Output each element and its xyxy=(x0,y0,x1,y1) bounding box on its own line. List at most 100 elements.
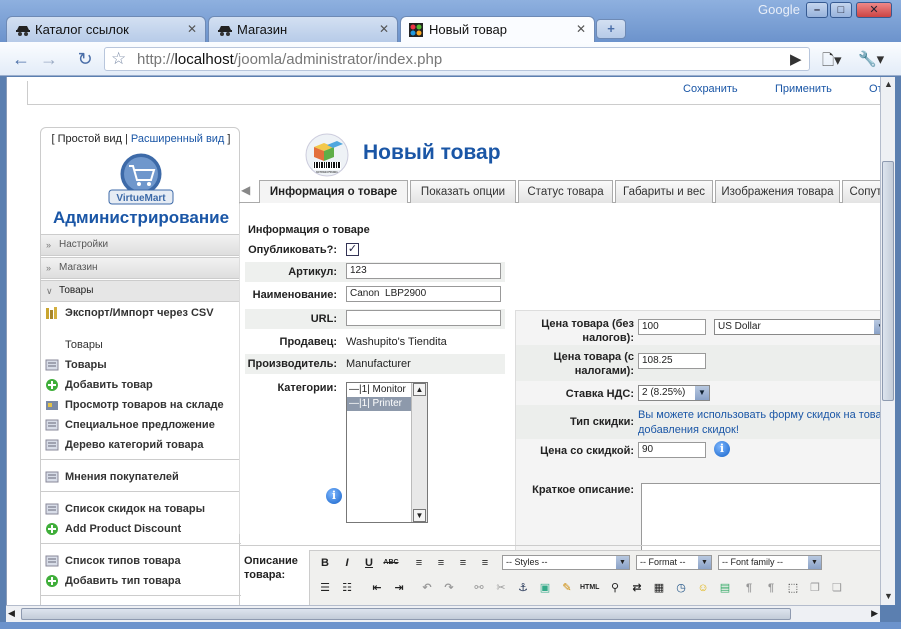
scroll-right-icon[interactable]: ▶ xyxy=(871,608,878,619)
close-icon[interactable]: ✕ xyxy=(379,22,389,36)
move-backward-icon[interactable]: ❏ xyxy=(828,579,846,597)
ltr-icon[interactable]: ¶ xyxy=(740,579,758,597)
scroll-up-icon[interactable]: ▲ xyxy=(413,383,426,396)
sidebar-item-category-tree[interactable]: Дерево категорий товара xyxy=(45,436,203,454)
rtl-icon[interactable]: ¶ xyxy=(762,579,780,597)
currency-select[interactable]: US Dollar▼ xyxy=(714,319,880,335)
sidebar-item-product-types[interactable]: Список типов товара xyxy=(45,552,181,570)
indent-icon[interactable]: ⇥ xyxy=(390,579,408,597)
sidebar-item-add-product-type[interactable]: Добавить тип товара xyxy=(45,572,181,590)
horizontal-scrollbar[interactable]: ◀ ▶ xyxy=(6,605,880,622)
gross-price-input[interactable]: 108.25 xyxy=(638,353,706,369)
italic-button[interactable]: I xyxy=(338,554,356,572)
scroll-up-icon[interactable]: ▲ xyxy=(883,79,894,91)
sidebar-item-inventory[interactable]: Просмотр товаров на складе xyxy=(45,396,224,414)
info-icon[interactable]: i xyxy=(714,441,730,457)
sidebar-item-export[interactable]: Экспорт/Импорт через CSV xyxy=(45,304,214,322)
tab-dimensions[interactable]: Габариты и вес xyxy=(615,180,713,203)
sku-input[interactable]: 123 xyxy=(346,263,501,279)
info-icon[interactable]: i xyxy=(326,488,342,504)
browser-tab-links[interactable]: Каталог ссылок ✕ xyxy=(6,16,206,42)
find-icon[interactable]: ⚲ xyxy=(606,579,624,597)
insert-date-icon[interactable]: ▦ xyxy=(650,579,668,597)
close-window-button[interactable]: ✕ xyxy=(856,2,892,18)
media-icon[interactable]: ▤ xyxy=(716,579,734,597)
address-url[interactable]: http://localhost/joomla/administrator/in… xyxy=(137,51,442,68)
bullet-list-icon[interactable]: ☰ xyxy=(316,579,334,597)
image-icon[interactable]: ▣ xyxy=(536,579,554,597)
undo-icon[interactable]: ↶ xyxy=(418,579,436,597)
font-family-select[interactable]: -- Font family -- ▼ xyxy=(718,555,822,570)
scroll-left-icon[interactable]: ◀ xyxy=(8,608,15,619)
simple-view-link[interactable]: Простой вид xyxy=(58,133,122,145)
minimize-button[interactable]: – xyxy=(806,2,828,18)
maximize-button[interactable]: □ xyxy=(830,2,852,18)
star-icon[interactable]: ☆ xyxy=(111,49,126,69)
sidebar-item-reviews[interactable]: Мнения покупателей xyxy=(45,468,179,486)
listbox-scrollbar[interactable]: ▲ ▼ xyxy=(411,383,427,522)
cleanup-icon[interactable]: ✎ xyxy=(558,579,576,597)
underline-button[interactable]: U xyxy=(360,554,378,572)
page-menu-icon[interactable]: 🗋▾ xyxy=(822,50,842,75)
close-icon[interactable]: ✕ xyxy=(187,22,197,36)
go-arrow-icon[interactable]: ▶ xyxy=(790,50,802,68)
sidebar-section-shop[interactable]: » Магазин xyxy=(41,257,241,279)
numbered-list-icon[interactable]: ☷ xyxy=(338,579,356,597)
unlink-icon[interactable]: ✂ xyxy=(492,579,510,597)
save-button[interactable]: Сохранить xyxy=(683,83,738,95)
outdent-icon[interactable]: ⇤ xyxy=(368,579,386,597)
vertical-scrollbar[interactable]: ▲ ▼ xyxy=(880,77,895,605)
layer-icon[interactable]: ⬚ xyxy=(784,579,802,597)
scroll-down-icon[interactable]: ▼ xyxy=(883,591,894,603)
scroll-thumb[interactable] xyxy=(21,608,791,620)
move-forward-icon[interactable]: ❐ xyxy=(806,579,824,597)
reload-icon[interactable]: ↻ xyxy=(74,49,96,69)
link-icon[interactable]: ⚯ xyxy=(470,579,488,597)
tab-status[interactable]: Статус товара xyxy=(518,180,613,203)
anchor-icon[interactable]: ⚓ xyxy=(514,579,532,597)
sidebar-section-settings[interactable]: » Настройки xyxy=(41,234,241,256)
format-select[interactable]: -- Format -- ▼ xyxy=(636,555,712,570)
apply-button[interactable]: Применить xyxy=(775,83,832,95)
forward-arrow-icon[interactable]: → xyxy=(38,49,60,69)
align-justify-icon[interactable]: ≡ xyxy=(476,554,494,572)
redo-icon[interactable]: ↷ xyxy=(440,579,458,597)
tab-scroll-left-icon[interactable]: ◀ xyxy=(241,183,250,197)
sidebar-item-discounts[interactable]: Список скидок на товары xyxy=(45,500,205,518)
net-price-input[interactable]: 100 xyxy=(638,319,706,335)
insert-time-icon[interactable]: ◷ xyxy=(672,579,690,597)
bold-button[interactable]: B xyxy=(316,554,334,572)
address-bar[interactable]: ☆ http://localhost/joomla/administrator/… xyxy=(104,47,810,71)
close-icon[interactable]: ✕ xyxy=(576,22,586,36)
emoticon-icon[interactable]: ☺ xyxy=(694,579,712,597)
categories-listbox[interactable]: —|1| Monitor —|1| Printer ▲ ▼ xyxy=(346,382,428,523)
discounted-price-input[interactable]: 90 xyxy=(638,442,706,458)
styles-select[interactable]: -- Styles -- ▼ xyxy=(502,555,630,570)
cancel-button[interactable]: От xyxy=(869,83,880,95)
vat-select[interactable]: 2 (8.25%) ▼ xyxy=(638,385,710,401)
sidebar-item-products[interactable]: Товары xyxy=(45,356,107,374)
tab-related[interactable]: Сопут xyxy=(842,180,880,203)
tab-options[interactable]: Показать опции xyxy=(410,180,516,203)
new-tab-button[interactable]: + xyxy=(596,19,626,39)
html-button[interactable]: HTML xyxy=(580,579,599,597)
align-left-icon[interactable]: ≡ xyxy=(410,554,428,572)
name-input[interactable]: Canon LBP2900 xyxy=(346,286,501,302)
sidebar-item-add-discount[interactable]: Add Product Discount xyxy=(45,520,181,538)
align-right-icon[interactable]: ≡ xyxy=(454,554,472,572)
scroll-down-icon[interactable]: ▼ xyxy=(413,509,426,522)
extended-view-link[interactable]: Расширенный вид xyxy=(131,133,224,145)
discount-note[interactable]: Вы можете использовать форму скидок на т… xyxy=(638,408,880,438)
tab-images[interactable]: Изображения товара xyxy=(715,180,840,203)
sidebar-item-special-offer[interactable]: Специальное предложение xyxy=(45,416,215,434)
tab-product-info[interactable]: Информация о товаре xyxy=(259,180,408,203)
strikethrough-button[interactable]: ABC xyxy=(382,554,400,572)
browser-tab-shop[interactable]: Магазин ✕ xyxy=(208,16,398,42)
wrench-icon[interactable]: 🔧▾ xyxy=(858,50,884,68)
sidebar-section-products[interactable]: ∨ Товары xyxy=(41,280,241,302)
back-arrow-icon[interactable]: ← xyxy=(10,49,32,69)
replace-icon[interactable]: ⇄ xyxy=(628,579,646,597)
url-input[interactable] xyxy=(346,310,501,326)
scroll-thumb[interactable] xyxy=(882,161,894,401)
sidebar-item-add-product[interactable]: Добавить товар xyxy=(45,376,153,394)
